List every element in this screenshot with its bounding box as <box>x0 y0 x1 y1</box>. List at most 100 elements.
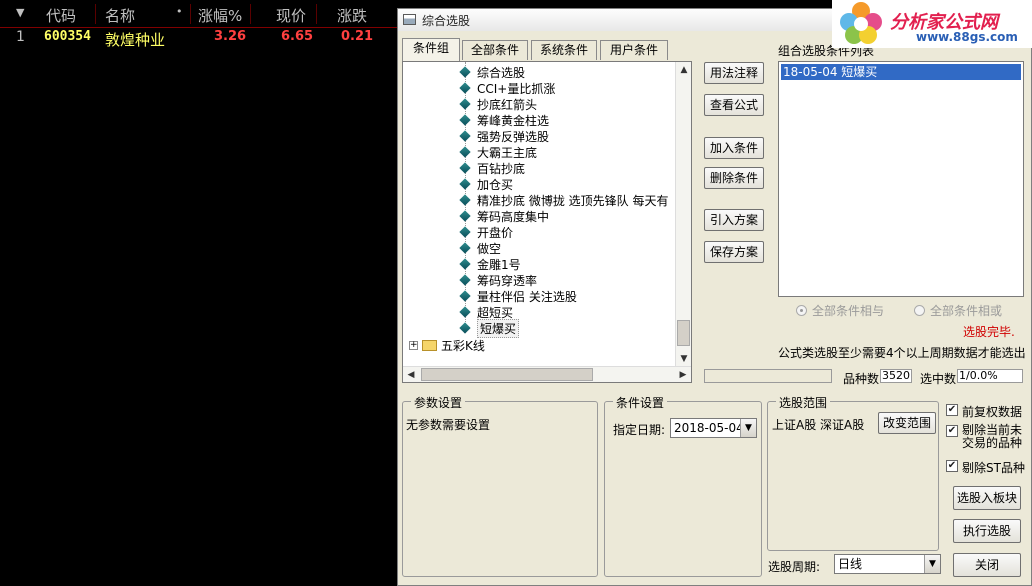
tree-item[interactable]: 金雕1号 <box>459 256 521 272</box>
radio-all-or[interactable]: 全部条件相或 <box>914 302 1002 319</box>
date-picker[interactable]: 2018-05-04 ▼ <box>670 418 757 438</box>
tree-vertical-scrollbar[interactable]: ▲ ▼ <box>675 62 691 367</box>
tree-item[interactable]: 筹码穿透率 <box>459 272 537 288</box>
check-icon[interactable]: ✔ <box>946 460 958 472</box>
radio-all-and-label: 全部条件相与 <box>812 304 885 318</box>
scroll-thumb[interactable] <box>677 320 690 346</box>
tree-item-label: 百钻抄底 <box>477 161 526 176</box>
formula-leaf-icon <box>459 194 471 206</box>
check-icon[interactable]: ✔ <box>946 404 958 416</box>
formula-leaf-icon <box>459 82 471 94</box>
add-condition-button[interactable]: 加入条件 <box>704 137 764 159</box>
radio-all-and[interactable]: 全部条件相与 <box>796 302 884 319</box>
col-dot: • <box>176 5 183 18</box>
tree-item[interactable]: 做空 <box>459 240 502 256</box>
checkbox-exclude-st[interactable]: ✔ 剔除ST品种 <box>946 459 1025 476</box>
status-text: 选股完毕. <box>963 325 1015 339</box>
variety-count: 3520 <box>880 369 912 383</box>
expand-icon[interactable]: + <box>409 340 418 350</box>
tree-item[interactable]: 精准抄底 微博拢 选顶先锋队 每天有 <box>459 192 668 208</box>
tree-item-label: 加仓买 <box>477 177 514 192</box>
tree-item-label: 做空 <box>477 241 502 256</box>
tree-horizontal-scrollbar[interactable]: ◀ ▶ <box>403 366 691 382</box>
formula-leaf-icon <box>459 258 471 270</box>
condition-settings-title: 条件设置 <box>613 394 668 411</box>
result-list[interactable]: 18-05-04 短爆买 <box>778 61 1024 297</box>
formula-leaf-icon <box>459 290 471 302</box>
scroll-right-arrow[interactable]: ▶ <box>675 367 691 382</box>
execute-button[interactable]: 执行选股 <box>953 519 1021 543</box>
tab-system-conditions[interactable]: 系统条件 <box>531 40 597 60</box>
sort-arrow-icon[interactable]: ▼ <box>16 6 24 19</box>
radio-dot[interactable] <box>796 305 807 316</box>
tree-item[interactable]: 百钻抄底 <box>459 160 526 176</box>
formula-leaf-icon <box>459 226 471 238</box>
scroll-up-arrow[interactable]: ▲ <box>676 62 691 78</box>
radio-dot[interactable] <box>914 305 925 316</box>
col-change-pct[interactable]: 涨幅% <box>198 5 242 26</box>
tree-item[interactable]: 筹峰黄金柱选 <box>459 112 549 128</box>
tree-item-label: 抄底红箭头 <box>477 97 538 112</box>
tree-item[interactable]: 强势反弹选股 <box>459 128 549 144</box>
check-icon[interactable]: ✔ <box>946 425 958 437</box>
change-range-button[interactable]: 改变范围 <box>878 412 936 434</box>
tree-item[interactable]: 开盘价 <box>459 224 513 240</box>
col-code[interactable]: 代码 <box>46 5 76 26</box>
col-price[interactable]: 现价 <box>276 5 306 26</box>
select-into-block-button[interactable]: 选股入板块 <box>953 486 1021 510</box>
tree-item[interactable]: 筹码高度集中 <box>459 208 550 224</box>
tree-item[interactable]: 短爆买 <box>459 318 520 338</box>
checkbox-fq[interactable]: ✔ 前复权数据 <box>946 403 1022 420</box>
checkbox-exclude-untraded[interactable]: ✔ 剔除当前未交易的品种 <box>946 424 1026 450</box>
tab-all-conditions[interactable]: 全部条件 <box>462 40 528 60</box>
flower-icon <box>840 2 882 44</box>
save-plan-button[interactable]: 保存方案 <box>704 241 764 263</box>
tree-item[interactable]: CCI+量比抓涨 <box>459 80 556 96</box>
dialog-title: 综合选股 <box>422 13 471 28</box>
tree-folder-wucai[interactable]: + 五彩K线 <box>409 337 485 353</box>
dropdown-arrow-icon[interactable]: ▼ <box>924 555 940 573</box>
hscroll-thumb[interactable] <box>421 368 593 381</box>
delete-condition-button[interactable]: 删除条件 <box>704 167 764 189</box>
tree-item[interactable]: 量柱伴侣 关注选股 <box>459 288 577 304</box>
tree-item[interactable]: 抄底红箭头 <box>459 96 538 112</box>
tree-item-label: 金雕1号 <box>477 257 521 272</box>
dropdown-arrow-icon[interactable]: ▼ <box>740 419 756 437</box>
col-name[interactable]: 名称 <box>105 5 135 26</box>
result-list-item[interactable]: 18-05-04 短爆买 <box>781 64 1021 80</box>
variety-label: 品种数 <box>843 372 880 386</box>
scroll-down-arrow[interactable]: ▼ <box>676 351 691 367</box>
formula-leaf-icon <box>459 66 471 78</box>
condition-tree[interactable]: + 五彩K线 综合选股 CCI+量比抓涨 抄底红箭头 筹峰黄金柱选 强势反弹选股 大霸王主… <box>402 61 692 383</box>
tab-user-conditions[interactable]: 用户条件 <box>600 40 668 60</box>
period-value: 日线 <box>838 557 863 571</box>
formula-leaf-icon <box>459 322 471 334</box>
tree-item-label: CCI+量比抓涨 <box>477 81 556 96</box>
date-label: 指定日期: <box>613 423 666 437</box>
formula-leaf-icon <box>459 178 471 190</box>
tree-item[interactable]: 大霸王主底 <box>459 144 537 160</box>
usage-button[interactable]: 用法注释 <box>704 62 764 84</box>
stock-row[interactable]: 1 600354 敦煌种业 3.26 6.65 0.21 <box>0 28 400 49</box>
tree-item[interactable]: 加仓买 <box>459 176 514 192</box>
row-index: 1 <box>16 29 25 45</box>
import-plan-button[interactable]: 引入方案 <box>704 209 764 231</box>
checkbox-fq-label: 前复权数据 <box>962 405 1023 419</box>
formula-leaf-icon <box>459 98 471 110</box>
tab-condition-group[interactable]: 条件组 <box>402 38 460 61</box>
radio-all-or-label: 全部条件相或 <box>930 304 1003 318</box>
formula-leaf-icon <box>459 146 471 158</box>
date-value: 2018-05-04 <box>674 421 744 435</box>
folder-icon <box>422 339 437 351</box>
period-select[interactable]: 日线 ▼ <box>834 554 941 574</box>
row-price: 6.65 <box>281 29 314 44</box>
tree-item[interactable]: 综合选股 <box>459 64 525 80</box>
tree-folder-label: 五彩K线 <box>441 338 485 353</box>
col-change[interactable]: 涨跌 <box>337 5 367 26</box>
scroll-left-arrow[interactable]: ◀ <box>403 367 419 382</box>
note-text: 公式类选股至少需要4个以上周期数据才能选出 <box>778 346 1026 360</box>
view-formula-button[interactable]: 查看公式 <box>704 94 764 116</box>
row-code: 600354 <box>44 29 91 44</box>
tree-item-label: 筹码高度集中 <box>477 209 550 224</box>
close-button[interactable]: 关闭 <box>953 553 1021 577</box>
